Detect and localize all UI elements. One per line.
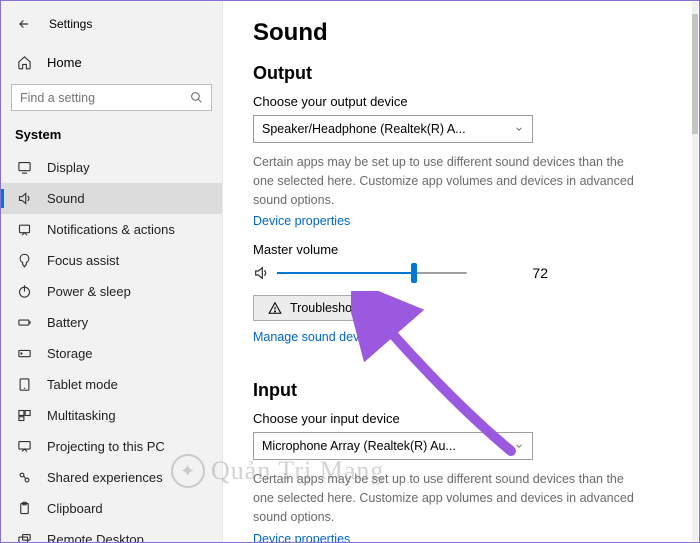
input-description: Certain apps may be set up to use differ… <box>253 470 643 526</box>
back-button[interactable] <box>11 11 37 37</box>
input-device-properties-link[interactable]: Device properties <box>253 532 350 543</box>
troubleshoot-button[interactable]: Troubleshoot <box>253 295 378 321</box>
tablet-icon <box>15 377 33 392</box>
sound-icon <box>15 191 33 206</box>
sidebar-item-notifications[interactable]: Notifications & actions <box>1 214 222 245</box>
output-heading: Output <box>253 63 675 84</box>
main-content: Sound Output Choose your output device S… <box>223 1 699 542</box>
shared-icon <box>15 470 33 485</box>
app-title: Settings <box>49 17 92 31</box>
output-device-value: Speaker/Headphone (Realtek(R) A... <box>262 122 466 136</box>
home-icon <box>15 55 33 70</box>
sidebar-item-sound[interactable]: Sound <box>1 183 222 214</box>
master-volume-row: 72 <box>253 263 558 283</box>
sidebar-nav: Display Sound Notifications & actions Fo… <box>1 152 222 542</box>
back-arrow-icon <box>17 17 31 31</box>
sidebar-item-label: Projecting to this PC <box>47 439 165 454</box>
notifications-icon <box>15 222 33 237</box>
master-volume-label: Master volume <box>253 242 675 257</box>
search-box[interactable] <box>11 84 212 111</box>
sidebar: Settings Home System Display Sound <box>1 1 223 542</box>
sidebar-item-power-sleep[interactable]: Power & sleep <box>1 276 222 307</box>
sidebar-item-storage[interactable]: Storage <box>1 338 222 369</box>
home-label: Home <box>47 55 82 70</box>
sidebar-item-label: Shared experiences <box>47 470 163 485</box>
sidebar-item-label: Battery <box>47 315 88 330</box>
output-device-properties-link[interactable]: Device properties <box>253 214 350 228</box>
input-device-select[interactable]: Microphone Array (Realtek(R) Au... <box>253 432 533 460</box>
sidebar-group-label: System <box>1 121 222 152</box>
home-nav[interactable]: Home <box>1 47 222 78</box>
warning-icon <box>268 301 282 315</box>
storage-icon <box>15 346 33 361</box>
sidebar-item-label: Remote Desktop <box>47 532 144 542</box>
settings-app: Settings Home System Display Sound <box>1 1 699 542</box>
sidebar-item-label: Tablet mode <box>47 377 118 392</box>
master-volume-slider[interactable] <box>277 263 467 283</box>
search-input[interactable] <box>20 91 190 105</box>
sidebar-item-label: Power & sleep <box>47 284 131 299</box>
projecting-icon <box>15 439 33 454</box>
display-icon <box>15 160 33 175</box>
manage-sound-devices-link[interactable]: Manage sound devices <box>253 330 382 344</box>
focus-assist-icon <box>15 253 33 268</box>
battery-icon <box>15 315 33 330</box>
chevron-down-icon <box>514 441 524 451</box>
vertical-scrollbar[interactable] <box>692 2 698 541</box>
troubleshoot-label: Troubleshoot <box>290 301 363 315</box>
sidebar-item-projecting[interactable]: Projecting to this PC <box>1 431 222 462</box>
sidebar-item-clipboard[interactable]: Clipboard <box>1 493 222 524</box>
sidebar-item-multitasking[interactable]: Multitasking <box>1 400 222 431</box>
sidebar-item-label: Notifications & actions <box>47 222 175 237</box>
sidebar-item-label: Display <box>47 160 90 175</box>
sidebar-item-focus-assist[interactable]: Focus assist <box>1 245 222 276</box>
page-title: Sound <box>253 19 675 47</box>
chevron-down-icon <box>514 124 524 134</box>
sidebar-item-label: Storage <box>47 346 93 361</box>
sidebar-item-label: Clipboard <box>47 501 103 516</box>
sidebar-item-display[interactable]: Display <box>1 152 222 183</box>
master-volume-value: 72 <box>532 265 558 281</box>
sidebar-item-label: Focus assist <box>47 253 119 268</box>
remote-desktop-icon <box>15 532 33 542</box>
input-heading: Input <box>253 380 675 401</box>
output-description: Certain apps may be set up to use differ… <box>253 153 643 209</box>
speaker-icon <box>253 265 269 281</box>
sidebar-header: Settings <box>1 7 222 47</box>
sidebar-item-battery[interactable]: Battery <box>1 307 222 338</box>
sidebar-item-label: Multitasking <box>47 408 116 423</box>
input-device-value: Microphone Array (Realtek(R) Au... <box>262 439 456 453</box>
sidebar-item-tablet-mode[interactable]: Tablet mode <box>1 369 222 400</box>
search-icon <box>190 91 203 104</box>
clipboard-icon <box>15 501 33 516</box>
input-choose-label: Choose your input device <box>253 411 675 426</box>
power-icon <box>15 284 33 299</box>
sidebar-item-shared-experiences[interactable]: Shared experiences <box>1 462 222 493</box>
sidebar-item-label: Sound <box>47 191 85 206</box>
output-choose-label: Choose your output device <box>253 94 675 109</box>
sidebar-item-remote-desktop[interactable]: Remote Desktop <box>1 524 222 542</box>
multitasking-icon <box>15 408 33 423</box>
output-device-select[interactable]: Speaker/Headphone (Realtek(R) A... <box>253 115 533 143</box>
